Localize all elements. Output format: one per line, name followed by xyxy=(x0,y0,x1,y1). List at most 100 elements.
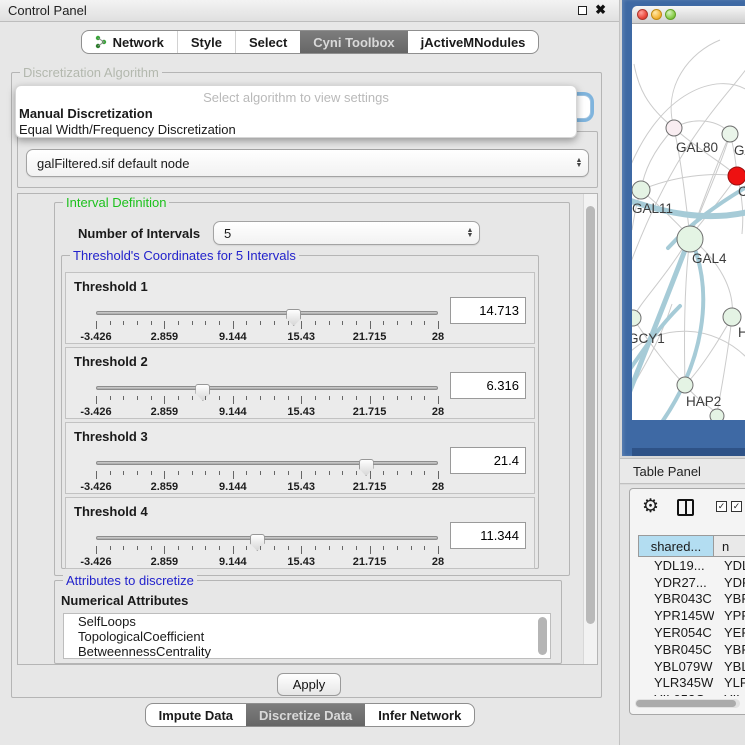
slider-track[interactable] xyxy=(96,386,438,390)
network-node[interactable] xyxy=(632,181,650,199)
threshold-panel: Threshold 1 -3.4262.8599.14415.4321.7152… xyxy=(65,272,535,344)
network-node-label: GAL11 xyxy=(632,201,673,216)
network-node[interactable] xyxy=(677,226,703,252)
network-node[interactable] xyxy=(677,377,693,393)
cell-name[interactable]: YER0 xyxy=(714,625,745,640)
tab-network[interactable]: Network xyxy=(82,31,177,53)
network-node[interactable] xyxy=(722,126,738,142)
network-node-label: GAL80 xyxy=(676,140,718,155)
network-node[interactable] xyxy=(632,310,641,326)
tab-cyni-toolbox[interactable]: Cyni Toolbox xyxy=(300,31,407,53)
network-icon xyxy=(95,35,108,49)
cell-shared-name[interactable]: YBL079W xyxy=(638,659,714,674)
column-header-shared[interactable]: shared... xyxy=(638,535,714,557)
slider-track[interactable] xyxy=(96,536,438,540)
number-of-intervals-value: 5 xyxy=(214,226,461,241)
network-node-label: GCY1 xyxy=(632,331,665,346)
threshold-slider[interactable]: -3.4262.8599.14415.4321.71528 xyxy=(96,532,438,566)
list-scrollbar[interactable] xyxy=(538,617,547,655)
cell-shared-name[interactable]: YIL052C xyxy=(638,692,714,696)
gear-icon[interactable]: ⚙ xyxy=(642,495,659,518)
cell-name[interactable]: YBL0 xyxy=(714,659,745,674)
network-node[interactable] xyxy=(666,120,682,136)
table-row[interactable]: YBR045CYBR0 xyxy=(638,641,745,658)
option-manual-discretization[interactable]: Manual Discretization xyxy=(19,106,153,121)
number-of-intervals-combobox[interactable]: 5 ▲▼ xyxy=(213,221,480,245)
bottom-tab-impute-data[interactable]: Impute Data xyxy=(146,704,246,726)
cell-name[interactable]: YIL0 xyxy=(714,692,745,696)
cell-name[interactable]: YPR1 xyxy=(714,608,745,623)
horizontal-scrollbar[interactable] xyxy=(635,699,740,708)
table-row[interactable]: YBR043CYBR0 xyxy=(638,591,745,608)
network-canvas[interactable]: GAGAL80CGAL11GAL4GCY1HHAP2 xyxy=(632,24,745,420)
threshold-label: Threshold 4 xyxy=(74,504,148,519)
attribute-item[interactable]: SelfLoops xyxy=(64,614,550,629)
threshold-value-field[interactable] xyxy=(450,372,526,399)
tab-select[interactable]: Select xyxy=(235,31,300,53)
cell-shared-name[interactable]: YLR345W xyxy=(638,675,714,690)
network-node[interactable] xyxy=(710,409,724,420)
cell-name[interactable]: YBR0 xyxy=(714,591,745,606)
threshold-slider[interactable]: -3.4262.8599.14415.4321.71528 xyxy=(96,457,438,491)
minimize-traffic-light-icon[interactable] xyxy=(651,9,662,20)
threshold-slider[interactable]: -3.4262.8599.14415.4321.71528 xyxy=(96,307,438,341)
threshold-value-field[interactable] xyxy=(450,447,526,474)
cell-shared-name[interactable]: YBR045C xyxy=(638,642,714,657)
slider-track[interactable] xyxy=(96,311,438,315)
cell-shared-name[interactable]: YDL19... xyxy=(638,558,714,573)
option-equal-width-frequency[interactable]: Equal Width/Frequency Discretization xyxy=(19,122,236,137)
tab-jactivemnodules[interactable]: jActiveMNodules xyxy=(408,31,539,53)
attributes-group: Attributes to discretize Numerical Attri… xyxy=(54,580,562,664)
table-row[interactable]: YBL079WYBL0 xyxy=(638,658,745,675)
table-data-combobox[interactable]: galFiltered.sif default node ▲▼ xyxy=(26,149,589,177)
bottom-tab-discretize-data[interactable]: Discretize Data xyxy=(246,704,365,726)
network-node[interactable] xyxy=(728,167,745,185)
horizontal-scrollbar-thumb[interactable] xyxy=(636,700,736,707)
table-row[interactable]: YIL052CYIL0 xyxy=(638,691,745,696)
threshold-label: Threshold 3 xyxy=(74,429,148,444)
network-window-titlebar[interactable] xyxy=(632,6,745,24)
cell-name[interactable]: YDR2 xyxy=(714,575,745,590)
split-view-icon[interactable] xyxy=(677,499,694,516)
panel-scrollbar-thumb[interactable] xyxy=(586,206,595,624)
tab-style[interactable]: Style xyxy=(177,31,235,53)
zoom-traffic-light-icon[interactable] xyxy=(665,9,676,20)
cell-shared-name[interactable]: YBR043C xyxy=(638,591,714,606)
attribute-item[interactable]: BetweennessCentrality xyxy=(64,644,550,659)
threshold-value-field[interactable] xyxy=(450,522,526,549)
cell-name[interactable]: YDL1 xyxy=(714,558,745,573)
cell-shared-name[interactable]: YDR27... xyxy=(638,575,714,590)
close-icon[interactable]: ✖ xyxy=(595,2,606,18)
table-panel-titlebar: Table Panel xyxy=(620,458,745,484)
attribute-item[interactable]: TopologicalCoefficient xyxy=(64,629,550,644)
slider-track[interactable] xyxy=(96,461,438,465)
network-node-label: GA xyxy=(734,143,745,158)
cell-name[interactable]: YBR0 xyxy=(714,642,745,657)
table-row[interactable]: YDL19...YDL1 xyxy=(638,557,745,574)
numerical-attributes-list[interactable]: SelfLoopsTopologicalCoefficientBetweenne… xyxy=(63,613,551,659)
table-row[interactable]: YLR345WYLR3 xyxy=(638,675,745,692)
panel-scrollbar[interactable] xyxy=(583,194,597,664)
threshold-label: Threshold 1 xyxy=(74,279,148,294)
tab-label: Cyni Toolbox xyxy=(313,35,394,50)
column-header-name[interactable]: n xyxy=(714,535,745,557)
threshold-panel: Threshold 4 -3.4262.8599.14415.4321.7152… xyxy=(65,497,535,569)
table-row[interactable]: YDR27...YDR2 xyxy=(638,574,745,591)
checkbox-icon[interactable]: ✓ xyxy=(716,501,727,512)
cell-shared-name[interactable]: YER054C xyxy=(638,625,714,640)
float-window-icon[interactable] xyxy=(578,6,587,15)
table-row[interactable]: YER054CYER0 xyxy=(638,624,745,641)
cell-shared-name[interactable]: YPR145W xyxy=(638,608,714,623)
bottom-tab-label: Infer Network xyxy=(378,708,461,723)
cell-name[interactable]: YLR3 xyxy=(714,675,745,690)
close-traffic-light-icon[interactable] xyxy=(637,9,648,20)
checkbox-icon[interactable]: ✓ xyxy=(731,501,742,512)
network-node[interactable] xyxy=(723,308,741,326)
interval-definition-group: Interval Definition Number of Intervals … xyxy=(54,202,570,576)
network-window[interactable]: GAGAL80CGAL11GAL4GCY1HHAP2 xyxy=(622,0,745,456)
threshold-value-field[interactable] xyxy=(450,297,526,324)
bottom-tab-infer-network[interactable]: Infer Network xyxy=(365,704,474,726)
table-row[interactable]: YPR145WYPR1 xyxy=(638,607,745,624)
threshold-slider[interactable]: -3.4262.8599.14415.4321.71528 xyxy=(96,382,438,416)
apply-button[interactable]: Apply xyxy=(277,673,341,696)
